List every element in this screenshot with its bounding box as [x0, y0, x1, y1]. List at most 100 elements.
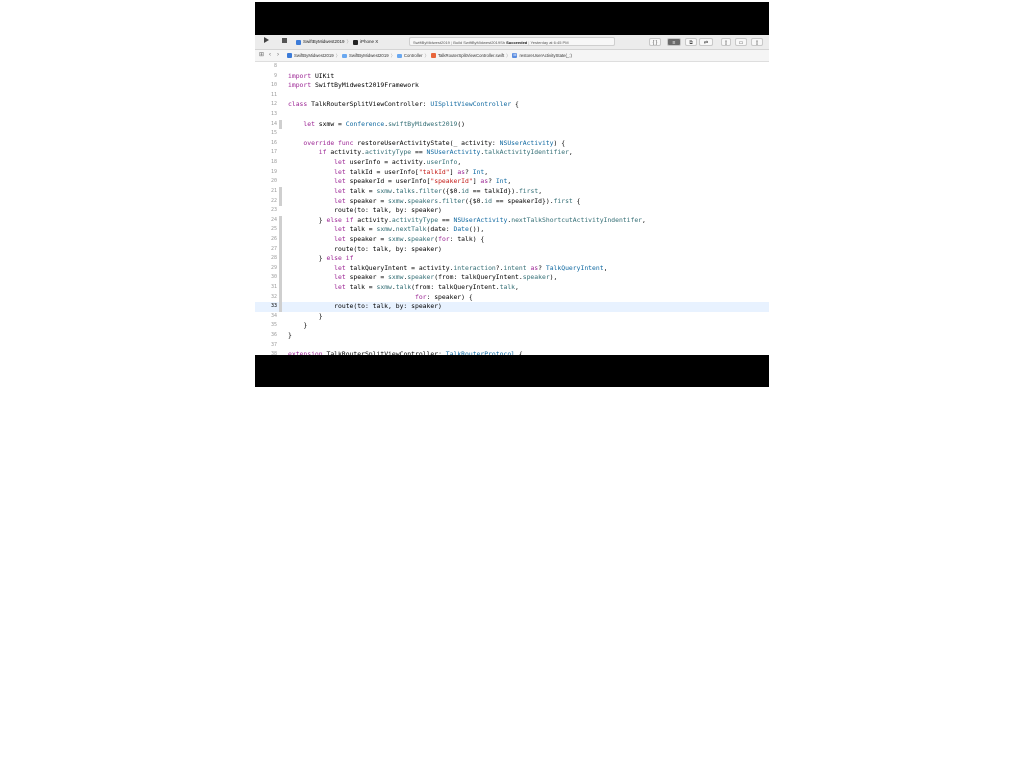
device-icon: [353, 39, 359, 45]
swift-file-icon: [430, 53, 436, 58]
code-line[interactable]: 17 if activity.activityType == NSUserAct…: [255, 148, 769, 158]
line-number: 17: [270, 149, 277, 156]
code-line[interactable]: 8: [255, 62, 769, 72]
activity-status: Succeeded: [506, 40, 528, 45]
line-number: 9: [273, 72, 277, 79]
code-line[interactable]: 12 class TalkRouterSplitViewController: U…: [255, 100, 769, 110]
stop-icon[interactable]: [279, 37, 289, 47]
code-line[interactable]: 28 } else if: [255, 254, 769, 264]
code-text: extension TalkRouterSplitViewController:…: [288, 350, 523, 355]
code-line[interactable]: 27 route(to: talk, by: speaker): [255, 244, 769, 255]
code-line[interactable]: 21 let talk = sxmw.talks.filter({$0.id =…: [255, 186, 769, 197]
line-number: 34: [270, 312, 277, 319]
code-text: import UIKit: [288, 71, 335, 80]
code-text: let talkQueryIntent = activity.interacti…: [334, 263, 608, 272]
code-line[interactable]: 10 import SwiftByMidwest2019Framework: [255, 81, 769, 91]
code-line[interactable]: 25 let talk = sxmw.nextTalk(date: Date()…: [255, 225, 769, 235]
code-line[interactable]: 11: [255, 91, 769, 101]
back-icon[interactable]: ‹: [269, 50, 271, 61]
breadcrumb-item[interactable]: SwiftByMidwest2019: [294, 50, 334, 61]
breadcrumb-item[interactable]: Controller: [404, 50, 423, 61]
toolbar: SwiftByMidwest2019 〉 iPhone X SwiftByMid…: [255, 35, 769, 50]
change-bar: [279, 341, 282, 351]
line-number: 21: [270, 187, 277, 194]
change-bar: [279, 312, 282, 322]
code-text: class TalkRouterSplitViewController: UIS…: [288, 100, 519, 109]
code-line[interactable]: 14 let sxmw = Conference.swiftByMidwest2…: [255, 119, 769, 130]
line-number: 15: [270, 130, 277, 137]
version-editor-icon[interactable]: ⇄: [699, 38, 713, 46]
code-line[interactable]: 37: [255, 341, 769, 351]
code-line[interactable]: 9 import UIKit: [255, 72, 769, 82]
code-line[interactable]: 20 let speakerId = userInfo["speakerId"]…: [255, 177, 769, 187]
code-text: let talk = sxmw.talks.filter({$0.id == t…: [334, 186, 543, 195]
change-bar: [279, 273, 282, 284]
change-bar: [279, 186, 282, 197]
code-line[interactable]: 23 route(to: talk, by: speaker): [255, 206, 769, 216]
library-icon[interactable]: { }: [649, 38, 661, 46]
code-text: route(to: talk, by: speaker): [288, 206, 442, 215]
line-number: 16: [270, 139, 277, 146]
app-icon: [296, 39, 301, 45]
breadcrumb-item[interactable]: TalkRouterSplitViewController.swift: [438, 50, 504, 61]
change-bar: [279, 302, 282, 312]
code-line[interactable]: 38 extension TalkRouterSplitViewControlle…: [255, 350, 769, 355]
line-number: 26: [270, 235, 277, 242]
change-bar: [279, 225, 282, 235]
change-bar: [279, 177, 282, 187]
activity-build-text: Build SwiftByMidwest2019Sh: [453, 40, 505, 45]
code-text: let talk = sxmw.nextTalk(date: Date()),: [334, 225, 485, 234]
change-bar: [279, 129, 282, 139]
line-number: 19: [270, 168, 277, 175]
inspector-toggle-icon[interactable]: ▯: [751, 38, 763, 46]
scheme-selector[interactable]: SwiftByMidwest2019 〉 iPhone X: [296, 37, 378, 47]
code-line[interactable]: 26 let speaker = sxmw.speaker(for: talk)…: [255, 234, 769, 245]
code-line[interactable]: 31 let talk = sxmw.talk(from: talkQueryI…: [255, 283, 769, 293]
navigator-toggle-icon[interactable]: ▯: [721, 38, 731, 46]
code-text: route(to: talk, by: speaker): [288, 244, 442, 253]
change-bar: [279, 81, 282, 91]
breadcrumb-item[interactable]: SwiftByMidwest2019: [349, 50, 389, 61]
forward-icon[interactable]: ›: [277, 50, 279, 61]
assistant-editor-icon[interactable]: ⧉: [685, 38, 697, 46]
line-number: 35: [270, 322, 277, 329]
line-number: 11: [270, 91, 277, 98]
code-line[interactable]: 13: [255, 110, 769, 120]
play-icon[interactable]: [261, 37, 271, 47]
change-bar: [279, 292, 282, 303]
change-bar: [279, 215, 282, 226]
code-line[interactable]: 29 let talkQueryIntent = activity.intera…: [255, 263, 769, 274]
code-line[interactable]: 19 let talkId = userInfo["talkId"] as? I…: [255, 168, 769, 178]
code-line[interactable]: 22 let speaker = sxmw.speakers.filter({$…: [255, 196, 769, 207]
code-line[interactable]: 30 let speaker = sxmw.speaker(from: talk…: [255, 273, 769, 284]
standard-editor-icon[interactable]: ≡: [667, 38, 681, 46]
code-line[interactable]: 35 }: [255, 321, 769, 331]
change-bar: [279, 91, 282, 101]
code-text: let talkId = userInfo["talkId"] as? Int,: [334, 167, 489, 176]
code-line[interactable]: 18 let userInfo = activity.userInfo,: [255, 158, 769, 168]
related-items-icon[interactable]: ⊞: [259, 50, 264, 61]
code-line[interactable]: 32 for: speaker) {: [255, 292, 769, 303]
line-number: 33: [270, 303, 277, 310]
folder-icon: [341, 53, 347, 58]
scheme-label: SwiftByMidwest2019: [303, 39, 345, 44]
code-line[interactable]: 16 override func restoreUserActivityStat…: [255, 139, 769, 149]
debug-area-toggle-icon[interactable]: ▭: [735, 38, 747, 46]
change-bar: [279, 148, 282, 158]
code-text: for: speaker) {: [414, 292, 473, 301]
source-editor[interactable]: 8 9 import UIKit 10 import SwiftByMidwest201…: [255, 62, 769, 355]
code-line[interactable]: 36}: [255, 331, 769, 341]
breadcrumb-item[interactable]: restoreUserActivityState(_:): [519, 50, 572, 61]
activity-viewer: SwiftByMidwest2019 | Build SwiftByMidwes…: [409, 37, 615, 46]
code-line[interactable]: 15: [255, 129, 769, 139]
line-number: 22: [270, 197, 277, 204]
line-number: 14: [270, 120, 277, 127]
change-bar: [279, 110, 282, 120]
code-lines: 8 9 import UIKit 10 import SwiftByMidwest201…: [255, 62, 769, 355]
line-number: 37: [270, 341, 277, 348]
code-line[interactable]: 24 } else if activity.activityType == NS…: [255, 215, 769, 226]
code-text: let sxmw = Conference.swiftByMidwest2019…: [303, 119, 466, 128]
change-bar: [279, 119, 282, 130]
code-line[interactable]: 34 }: [255, 312, 769, 322]
code-line[interactable]: 33 route(to: talk, by: speaker): [255, 302, 769, 312]
